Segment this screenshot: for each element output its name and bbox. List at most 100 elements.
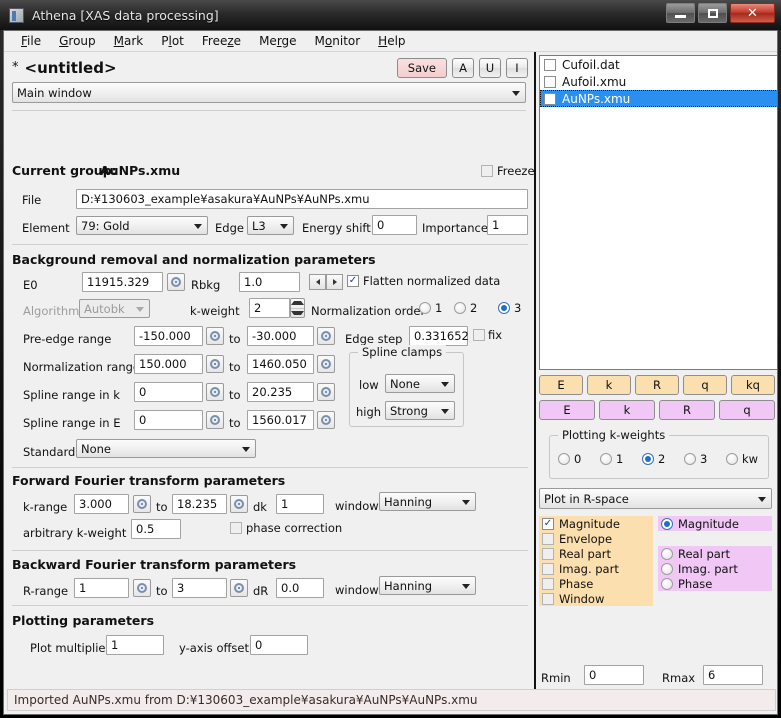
freeze-checkbox-row[interactable]: Freeze xyxy=(481,164,535,178)
stepper-up-icon[interactable] xyxy=(291,299,304,309)
rrange-to-input[interactable]: 3 xyxy=(172,578,227,598)
preedge-from-pluck-button[interactable] xyxy=(206,327,224,345)
imag-part-radio[interactable] xyxy=(661,562,673,575)
edge-step-fix-row[interactable]: fix xyxy=(473,328,502,342)
plot-button-e[interactable]: E xyxy=(539,375,583,395)
imag-part-checkbox[interactable] xyxy=(542,562,554,575)
norm-order-radio-3[interactable] xyxy=(498,302,510,314)
rspace-check-magnitude[interactable]: Magnitude xyxy=(539,516,653,531)
plot-button-kq[interactable]: kq xyxy=(731,375,775,395)
spline-e-to-input[interactable]: 1560.017 xyxy=(247,410,314,430)
group-checkbox[interactable] xyxy=(544,58,556,71)
norm-from-pluck-button[interactable] xyxy=(206,355,224,373)
kweight-stepper[interactable] xyxy=(290,298,305,318)
kweight-option-2[interactable]: 2 xyxy=(642,452,665,466)
krange-to-pluck-button[interactable] xyxy=(230,495,248,513)
energy-shift-input[interactable]: 0 xyxy=(372,215,417,235)
spline-k-to-pluck-button[interactable] xyxy=(317,383,335,401)
group-list[interactable]: Cufoil.dat Aufoil.xmu AuNPs.xmu xyxy=(539,55,777,370)
rrange-from-input[interactable]: 1 xyxy=(74,578,129,598)
standard-combo[interactable]: None xyxy=(76,439,256,458)
list-item[interactable]: AuNPs.xmu xyxy=(540,90,777,107)
preedge-to-input[interactable]: -30.000 xyxy=(247,326,314,346)
plot-marked-button-e[interactable]: E xyxy=(539,400,595,420)
real-part-checkbox[interactable] xyxy=(542,547,554,560)
plot-marked-button-k[interactable]: k xyxy=(599,400,655,420)
norm-order-option-2[interactable]: 2 xyxy=(454,301,477,315)
norm-order-radio-2[interactable] xyxy=(454,302,466,314)
kweight-option-3[interactable]: 3 xyxy=(684,452,707,466)
rspace-check-window[interactable]: Window xyxy=(539,591,653,606)
group-checkbox[interactable] xyxy=(544,92,556,105)
norm-order-radio-1[interactable] xyxy=(419,302,431,314)
flatten-checkbox-row[interactable]: Flatten normalized data xyxy=(347,274,500,288)
phase-radio[interactable] xyxy=(661,577,673,590)
preedge-from-input[interactable]: -150.000 xyxy=(134,326,203,346)
spline-e-from-pluck-button[interactable] xyxy=(206,411,224,429)
importance-input[interactable]: 1 xyxy=(487,215,528,235)
element-combo[interactable]: 79: Gold xyxy=(76,216,208,235)
phase-correction-checkbox[interactable] xyxy=(230,522,242,534)
rspace-radio-magnitude[interactable]: Magnitude xyxy=(658,516,772,531)
preedge-to-pluck-button[interactable] xyxy=(317,327,335,345)
real-part-radio[interactable] xyxy=(661,547,673,560)
rbkg-increment-button[interactable] xyxy=(326,274,343,290)
menu-file[interactable]: File xyxy=(12,32,50,50)
norm-from-input[interactable]: 150.000 xyxy=(134,354,203,374)
e0-input[interactable]: 11915.329 xyxy=(82,272,163,292)
rspace-radio-phase[interactable]: Phase xyxy=(658,576,772,591)
kweight-radio-1[interactable] xyxy=(600,453,612,465)
kweight-option-1[interactable]: 1 xyxy=(600,452,623,466)
kweight-radio-0[interactable] xyxy=(558,453,570,465)
fft-window-combo[interactable]: Hanning xyxy=(379,492,476,511)
rspace-check-imag[interactable]: Imag. part xyxy=(539,561,653,576)
plot-button-q[interactable]: q xyxy=(683,375,727,395)
yaxis-offset-input[interactable]: 0 xyxy=(250,635,308,655)
rmax-input[interactable]: 6 xyxy=(703,665,763,685)
kweight-radio-kw[interactable] xyxy=(726,453,738,465)
spline-k-to-input[interactable]: 20.235 xyxy=(247,382,314,402)
spline-k-from-pluck-button[interactable] xyxy=(206,383,224,401)
autosave-i-button[interactable]: I xyxy=(506,57,528,78)
edge-combo[interactable]: L3 xyxy=(247,216,294,235)
kweight-radio-2[interactable] xyxy=(642,453,654,465)
rspace-radio-imag[interactable]: Imag. part xyxy=(658,561,772,576)
rmin-input[interactable]: 0 xyxy=(584,665,644,685)
clamp-low-combo[interactable]: None xyxy=(385,374,455,393)
kweight-option-0[interactable]: 0 xyxy=(558,452,581,466)
freeze-checkbox[interactable] xyxy=(481,165,493,177)
dk-input[interactable]: 1 xyxy=(276,494,324,514)
edge-step-input[interactable]: 0.331652 xyxy=(409,326,469,346)
list-item[interactable]: Aufoil.xmu xyxy=(540,73,777,90)
magnitude-radio[interactable] xyxy=(661,517,673,530)
close-button[interactable]: ✕ xyxy=(730,3,775,23)
menu-freeze[interactable]: Freeze xyxy=(193,32,250,50)
edge-step-fix-checkbox[interactable] xyxy=(473,329,485,341)
rspace-check-phase[interactable]: Phase xyxy=(539,576,653,591)
krange-from-pluck-button[interactable] xyxy=(133,495,151,513)
krange-from-input[interactable]: 3.000 xyxy=(74,494,129,514)
file-path-input[interactable]: D:¥130603_example¥asakura¥AuNPs¥AuNPs.xm… xyxy=(76,189,528,209)
rspace-check-real[interactable]: Real part xyxy=(539,546,653,561)
spline-e-from-input[interactable]: 0 xyxy=(134,410,203,430)
phase-checkbox[interactable] xyxy=(542,577,554,590)
dr-input[interactable]: 0.0 xyxy=(276,578,324,598)
plot-marked-button-q[interactable]: q xyxy=(719,400,775,420)
menu-merge[interactable]: Merge xyxy=(250,32,305,50)
rbkg-decrement-button[interactable] xyxy=(309,274,326,290)
plot-button-r[interactable]: R xyxy=(635,375,679,395)
arbitrary-kweight-input[interactable]: 0.5 xyxy=(131,519,181,539)
norm-order-option-3[interactable]: 3 xyxy=(498,301,521,315)
clamp-high-combo[interactable]: Strong xyxy=(385,401,455,420)
kweight-input[interactable]: 2 xyxy=(249,298,290,318)
krange-to-input[interactable]: 18.235 xyxy=(172,494,227,514)
envelope-checkbox[interactable] xyxy=(542,532,554,545)
stepper-down-icon[interactable] xyxy=(291,309,304,318)
rbkg-input[interactable]: 1.0 xyxy=(239,272,300,292)
spline-k-from-input[interactable]: 0 xyxy=(134,382,203,402)
phase-correction-row[interactable]: phase correction xyxy=(230,521,342,535)
menu-monitor[interactable]: Monitor xyxy=(306,32,370,50)
window-checkbox[interactable] xyxy=(542,592,554,605)
menu-mark[interactable]: Mark xyxy=(105,32,153,50)
autosave-a-button[interactable]: A xyxy=(452,57,474,78)
